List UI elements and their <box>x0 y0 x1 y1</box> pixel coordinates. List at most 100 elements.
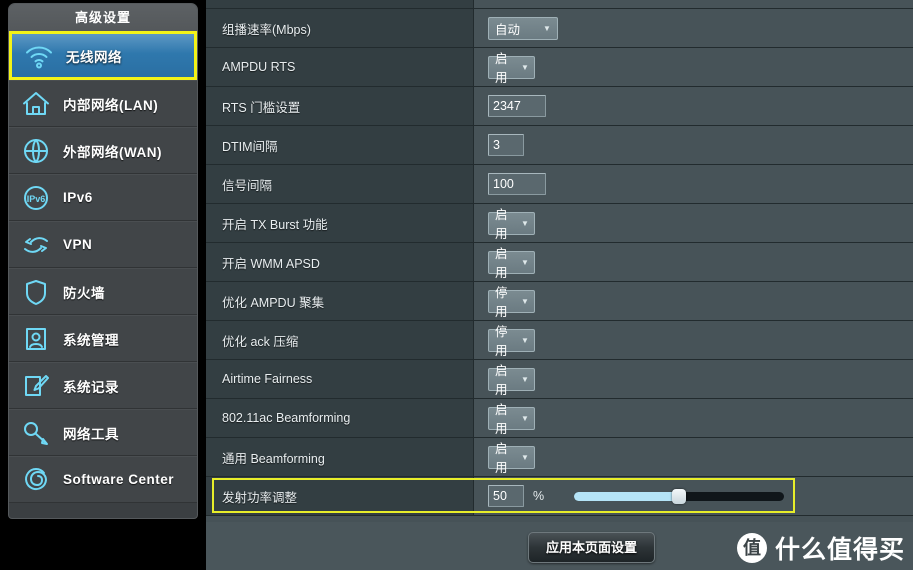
settings-row: AMPDU RTS 启用 ▼ <box>206 48 913 87</box>
sidebar-item-10[interactable]: Software Center <box>9 456 197 503</box>
settings-row: 信号间隔 100 <box>206 165 913 204</box>
settings-row: 发射功率调整 50% <box>206 477 913 516</box>
setting-value: 启用 ▼ <box>474 438 913 476</box>
setting-dropdown[interactable]: 启用 ▼ <box>488 403 535 436</box>
setting-label: 开启 WMM APSD <box>206 243 474 281</box>
dropdown-selected-value: 启用 <box>495 364 508 397</box>
log-pencil-icon <box>9 372 63 400</box>
chevron-down-icon: ▼ <box>521 218 529 228</box>
sidebar-header: 高级设置 <box>9 4 197 31</box>
setting-label: DTIM间隔 <box>206 126 474 164</box>
svg-text:IPv6: IPv6 <box>27 194 46 204</box>
setting-value: 启用 ▼ <box>474 399 913 437</box>
watermark: 值 什么值得买 <box>736 530 905 566</box>
settings-panel: 组播速率(Mbps) 自动 ▼ AMPDU RTS 启用 ▼ RTS 门槛设置 2347 DTI… <box>206 0 913 570</box>
setting-label: 通用 Beamforming <box>206 438 474 476</box>
sidebar-item-list: 无线网络内部网络(LAN) 外部网络(WAN) IPv6 IPv6 VPN 防火墙系统管理… <box>9 31 197 503</box>
sidebar-item-6[interactable]: 防火墙 <box>9 268 197 315</box>
footer-bar: 应用本页面设置 值 什么值得买 <box>206 522 913 570</box>
sidebar-item-4[interactable]: IPv6 IPv6 <box>9 174 197 221</box>
chevron-down-icon: ▼ <box>521 335 529 345</box>
setting-dropdown[interactable]: 自动 ▼ <box>488 16 558 40</box>
user-icon <box>9 325 63 353</box>
setting-value <box>474 0 913 8</box>
vpn-icon <box>9 232 63 258</box>
slider-fill <box>574 492 680 501</box>
chevron-down-icon: ▼ <box>543 23 551 33</box>
settings-row-list: 组播速率(Mbps) 自动 ▼ AMPDU RTS 启用 ▼ RTS 门槛设置 2347 DTI… <box>206 0 913 516</box>
sidebar-item-label: 防火墙 <box>63 285 105 301</box>
setting-text-input[interactable]: 100 <box>488 173 546 195</box>
setting-dropdown[interactable]: 启用 ▼ <box>488 208 535 241</box>
settings-row: 开启 TX Burst 功能 启用 ▼ <box>206 204 913 243</box>
power-value-input[interactable]: 50 <box>488 485 524 507</box>
sidebar-item-label: VPN <box>63 237 93 252</box>
dropdown-selected-value: 启用 <box>495 247 508 280</box>
setting-label: 802.11ac Beamforming <box>206 399 474 437</box>
setting-dropdown[interactable]: 停用 ▼ <box>488 325 535 358</box>
watermark-badge-icon: 值 <box>736 533 767 563</box>
chevron-down-icon: ▼ <box>521 296 529 306</box>
wrench-icon <box>9 419 63 447</box>
setting-label: Airtime Fairness <box>206 360 474 398</box>
watermark-text: 什么值得买 <box>774 536 905 564</box>
sidebar-item-label: IPv6 <box>63 190 93 205</box>
setting-dropdown[interactable]: 启用 ▼ <box>488 247 535 280</box>
power-slider[interactable] <box>574 489 785 504</box>
setting-value: 启用 ▼ <box>474 204 913 242</box>
chevron-down-icon: ▼ <box>521 452 529 462</box>
setting-text-input[interactable]: 3 <box>488 134 524 156</box>
setting-value: 停用 ▼ <box>474 282 913 320</box>
setting-label <box>206 0 474 8</box>
page-background-gutter <box>199 0 206 570</box>
dropdown-selected-value: 启用 <box>495 403 508 436</box>
sidebar-item-8[interactable]: 系统记录 <box>9 362 197 409</box>
chevron-down-icon: ▼ <box>521 413 529 423</box>
sidebar-item-1[interactable]: 无线网络 <box>9 31 197 80</box>
sidebar-item-2[interactable]: 内部网络(LAN) <box>9 80 197 127</box>
router-admin-page: 高级设置 无线网络内部网络(LAN) 外部网络(WAN) IPv6 IPv6 VPN 防火… <box>0 0 913 570</box>
setting-value: 2347 <box>474 87 913 125</box>
dropdown-selected-value: 停用 <box>495 325 508 358</box>
sidebar-item-label: 系统记录 <box>63 379 119 395</box>
setting-label: 组播速率(Mbps) <box>206 9 474 47</box>
chevron-down-icon: ▼ <box>521 257 529 267</box>
settings-row: 组播速率(Mbps) 自动 ▼ <box>206 9 913 48</box>
setting-dropdown[interactable]: 停用 ▼ <box>488 286 535 319</box>
settings-row: 开启 WMM APSD 启用 ▼ <box>206 243 913 282</box>
sidebar-item-9[interactable]: 网络工具 <box>9 409 197 456</box>
sidebar-item-7[interactable]: 系统管理 <box>9 315 197 362</box>
page-background-bottom <box>0 520 206 570</box>
chevron-down-icon: ▼ <box>521 374 529 384</box>
setting-label: AMPDU RTS <box>206 48 474 86</box>
setting-label: 开启 TX Burst 功能 <box>206 204 474 242</box>
sidebar-item-3[interactable]: 外部网络(WAN) <box>9 127 197 174</box>
setting-text-input[interactable]: 2347 <box>488 95 546 117</box>
sidebar-item-label: 无线网络 <box>66 49 122 65</box>
setting-dropdown[interactable]: 启用 ▼ <box>488 52 535 85</box>
settings-row: DTIM间隔 3 <box>206 126 913 165</box>
slider-handle[interactable] <box>672 489 687 504</box>
setting-value: 100 <box>474 165 913 203</box>
dropdown-selected-value: 停用 <box>495 286 508 319</box>
sidebar-item-label: 内部网络(LAN) <box>63 97 159 113</box>
wifi-icon <box>12 43 66 69</box>
setting-label: 信号间隔 <box>206 165 474 203</box>
sidebar-item-label: 外部网络(WAN) <box>63 144 162 160</box>
spiral-icon <box>9 466 63 494</box>
dropdown-selected-value: 启用 <box>495 208 508 241</box>
setting-label: 优化 ack 压缩 <box>206 321 474 359</box>
setting-value: 启用 ▼ <box>474 243 913 281</box>
setting-dropdown[interactable]: 启用 ▼ <box>488 364 535 397</box>
setting-dropdown[interactable]: 启用 ▼ <box>488 442 535 475</box>
settings-row: Airtime Fairness 启用 ▼ <box>206 360 913 399</box>
sidebar-item-label: 系统管理 <box>63 332 119 348</box>
globe-icon <box>9 137 63 165</box>
settings-row: 802.11ac Beamforming 启用 ▼ <box>206 399 913 438</box>
apply-settings-button[interactable]: 应用本页面设置 <box>528 532 656 563</box>
home-icon <box>9 90 63 118</box>
sidebar-item-5[interactable]: VPN <box>9 221 197 268</box>
setting-value: 启用 ▼ <box>474 48 913 86</box>
dropdown-selected-value: 自动 <box>495 22 521 37</box>
setting-label: RTS 门槛设置 <box>206 87 474 125</box>
